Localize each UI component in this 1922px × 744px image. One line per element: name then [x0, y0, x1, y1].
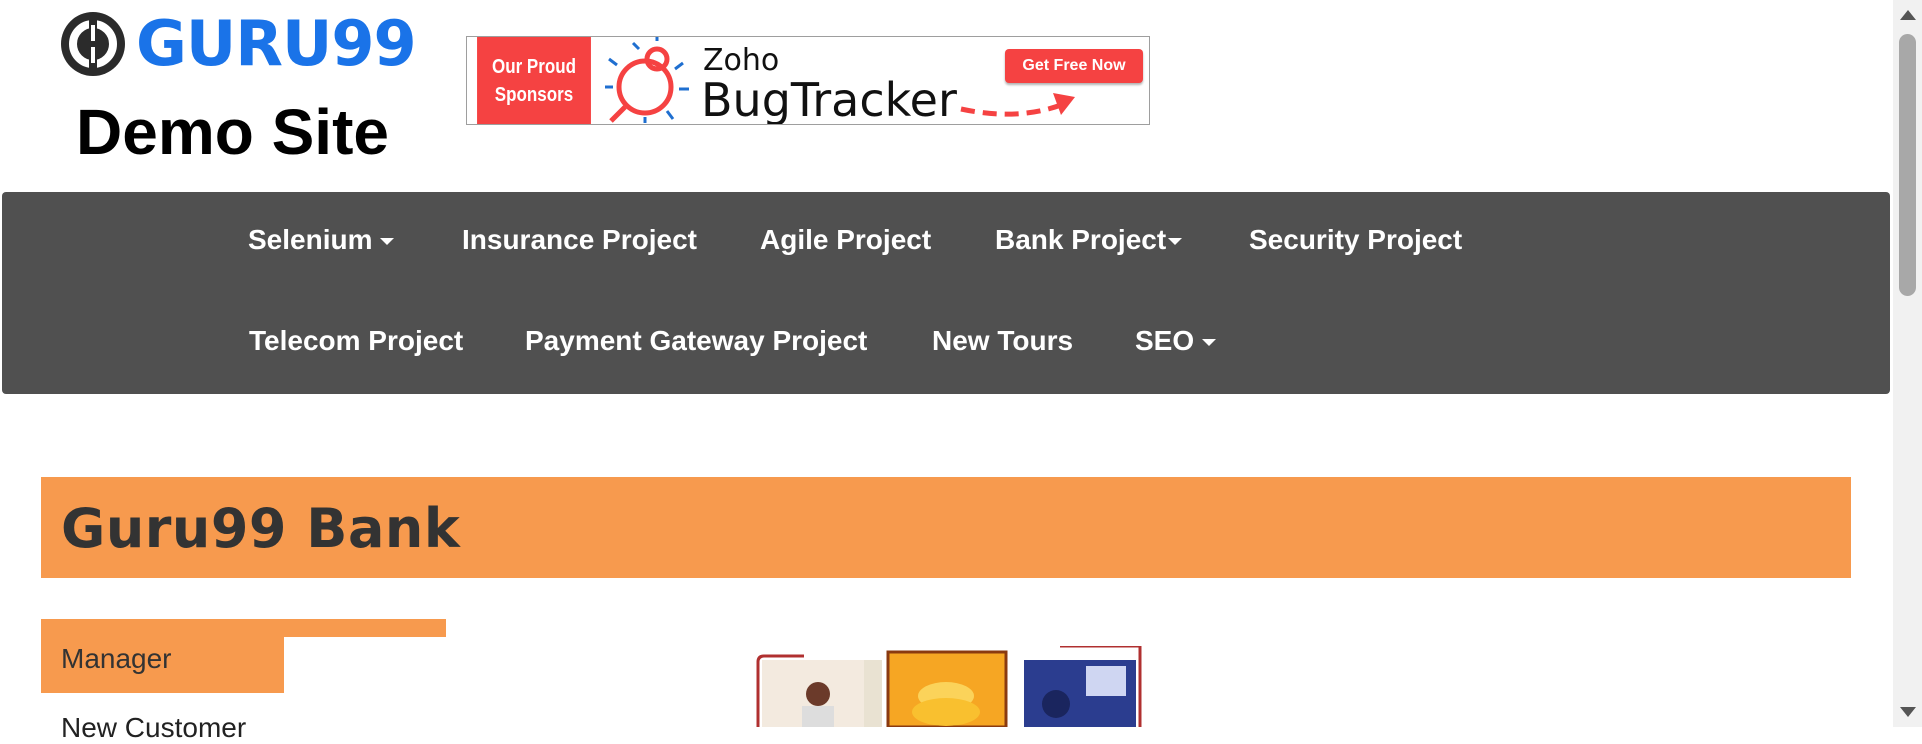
- sponsor-label: Our Proud Sponsors: [477, 37, 591, 124]
- logo-subtitle: Demo Site: [76, 96, 389, 168]
- site-logo[interactable]: GURU99 Demo Site: [60, 10, 420, 170]
- page-title: Guru99 Bank: [61, 497, 461, 560]
- main-navbar: Selenium Insurance Project Agile Project…: [2, 192, 1890, 394]
- nav-selenium-label: Selenium: [248, 224, 373, 255]
- nav-seo-label: SEO: [1135, 325, 1195, 356]
- scrollbar-thumb[interactable]: [1899, 34, 1916, 296]
- get-free-now-button[interactable]: Get Free Now: [1005, 49, 1143, 83]
- sidebar-heading: Manager: [41, 619, 284, 693]
- nav-bank-project[interactable]: Bank Project: [995, 224, 1183, 256]
- nav-bank-project-label: Bank Project: [995, 224, 1167, 255]
- chevron-down-icon: [1168, 238, 1183, 246]
- nav-selenium[interactable]: Selenium: [248, 224, 395, 256]
- sponsor-label-line2: Sponsors: [494, 83, 574, 106]
- nav-new-tours[interactable]: New Tours: [932, 325, 1073, 357]
- scroll-up-icon[interactable]: [1900, 10, 1916, 20]
- page-scrollbar[interactable]: [1893, 0, 1922, 727]
- sponsor-label-line1: Our Proud: [491, 55, 577, 78]
- dashed-arrow-icon: [960, 93, 1075, 117]
- nav-seo[interactable]: SEO: [1135, 325, 1217, 357]
- banner-product-large: BugTracker: [701, 73, 957, 125]
- nav-new-tours-label: New Tours: [932, 325, 1074, 356]
- chevron-down-icon: [1202, 339, 1217, 347]
- bank-header: Guru99 Bank: [41, 477, 1851, 578]
- bank-hero-images: [756, 646, 1143, 727]
- chevron-down-icon: [380, 238, 395, 246]
- bug-icon: [605, 37, 689, 123]
- nav-security-project-label: Security Project: [1249, 224, 1463, 255]
- guru99-logo-icon: [61, 12, 125, 76]
- nav-telecom-project[interactable]: Telecom Project: [249, 325, 463, 357]
- nav-agile-project[interactable]: Agile Project: [760, 224, 931, 256]
- nav-security-project[interactable]: Security Project: [1249, 224, 1462, 256]
- nav-agile-project-label: Agile Project: [760, 224, 932, 255]
- sidebar-heading-label: Manager: [61, 643, 172, 674]
- scroll-down-icon[interactable]: [1900, 707, 1916, 717]
- sidebar-item-new-customer[interactable]: New Customer: [61, 712, 246, 744]
- nav-payment-gateway-project[interactable]: Payment Gateway Project: [525, 325, 867, 357]
- sponsor-banner[interactable]: Our Proud Sponsors Zoho BugTracker Get F…: [466, 36, 1150, 125]
- nav-insurance-project-label: Insurance Project: [462, 224, 697, 255]
- nav-telecom-project-label: Telecom Project: [249, 325, 464, 356]
- logo-brand-text: GURU99: [136, 7, 417, 80]
- nav-insurance-project[interactable]: Insurance Project: [462, 224, 697, 256]
- nav-payment-gateway-project-label: Payment Gateway Project: [525, 325, 868, 356]
